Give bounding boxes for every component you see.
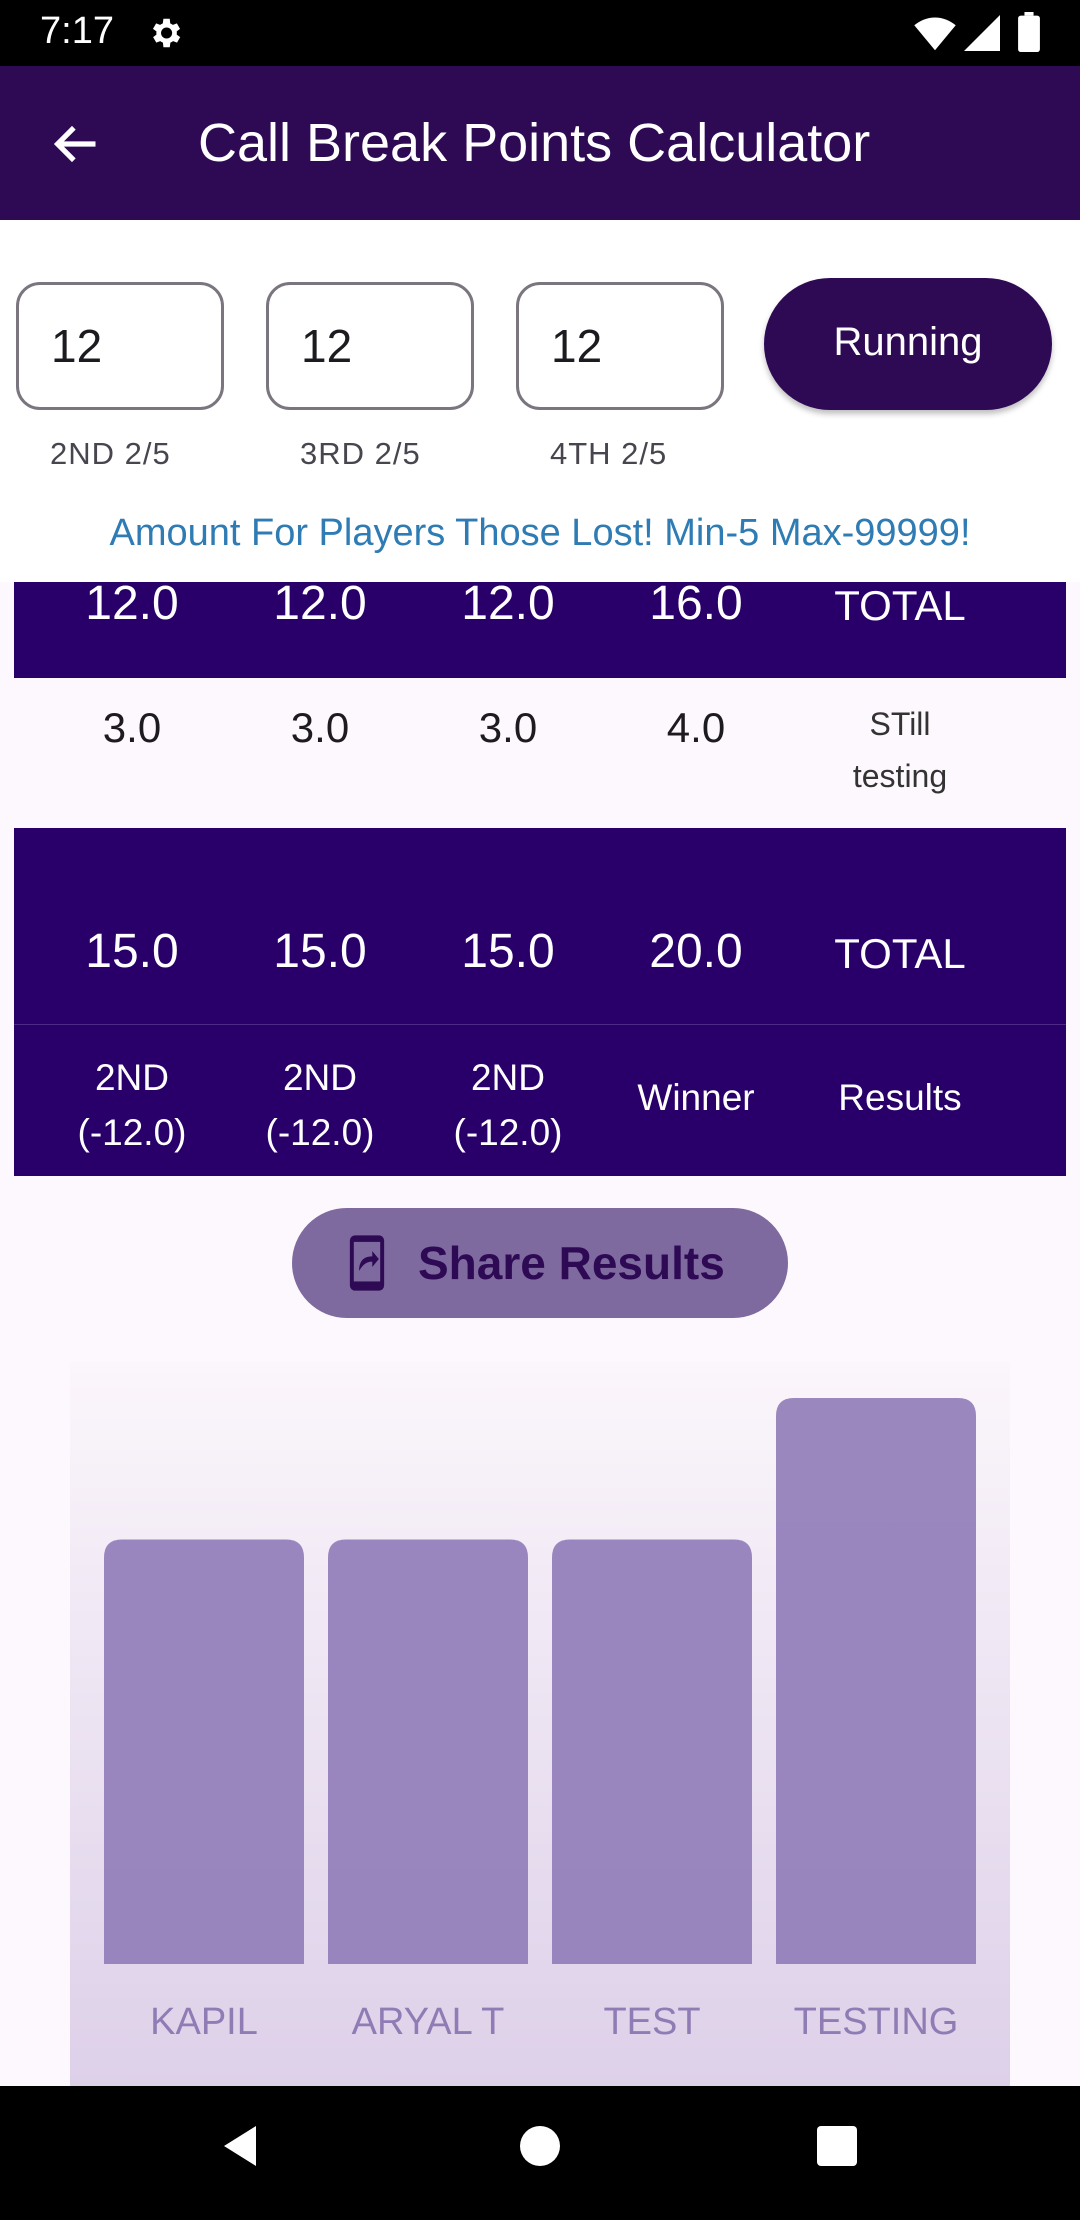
total-cell: 20.0	[649, 925, 743, 978]
total-label: TOTAL	[834, 582, 966, 629]
amount-input-2nd[interactable]: 12	[16, 282, 224, 410]
row-divider	[14, 1024, 1066, 1025]
running-button[interactable]: Running	[764, 278, 1052, 410]
total-cell: 12.0	[85, 582, 179, 630]
round-cell: 3.0	[102, 704, 162, 751]
total-cell: 15.0	[85, 925, 179, 978]
total-cell: 15.0	[273, 925, 367, 978]
chart-category-label: TESTING	[794, 2001, 959, 2043]
total-cell: 15.0	[461, 925, 555, 978]
score-table-1-round-row: 3.0 3.0 3.0 4.0 STill testing	[14, 678, 1066, 826]
nav-home-icon[interactable]	[520, 2126, 560, 2166]
input-caption-2nd: 2ND 2/5	[50, 436, 171, 471]
status-time: 7:17	[40, 10, 114, 52]
results-scroll-area[interactable]: 12.0 12.0 12.0 16.0 TOTAL 3.0 3.0 3.0 4.…	[0, 582, 1080, 2086]
round-cell: 4.0	[666, 704, 726, 751]
result-cell: Winner	[637, 1077, 755, 1118]
battery-icon	[1018, 12, 1040, 52]
nav-back-icon[interactable]	[220, 2122, 260, 2170]
page-title: Call Break Points Calculator	[198, 113, 871, 173]
amount-input-3rd[interactable]: 12	[266, 282, 474, 410]
nav-recents-icon[interactable]	[817, 2126, 857, 2166]
chart-bar-testing	[776, 1398, 976, 1964]
total-cell: 12.0	[461, 582, 555, 630]
result-cell: 2ND (-12.0)	[265, 1057, 375, 1153]
settings-gear-icon	[152, 18, 181, 48]
score-table-2: 15.0 15.0 15.0 20.0 TOTAL 2ND (-12.0) 2N…	[14, 828, 1066, 1176]
back-arrow-icon[interactable]	[50, 118, 102, 170]
results-label: Results	[838, 1077, 962, 1118]
score-table-1-totals-row: 12.0 12.0 12.0 16.0 TOTAL	[14, 582, 1066, 678]
chart-category-label: KAPIL	[150, 2001, 258, 2043]
share-phone-icon	[349, 1235, 385, 1291]
cell-signal-icon	[964, 15, 1000, 51]
chart-bar-kapil	[104, 1539, 304, 1964]
share-results-label: Share Results	[418, 1237, 725, 1289]
chart-category-label: TEST	[603, 2001, 700, 2043]
status-bar: 7:17	[0, 0, 1080, 66]
bar-chart-svg: KAPIL ARYAL T TEST TESTING	[104, 1398, 976, 2043]
wifi-icon	[914, 17, 956, 51]
amount-input-4th[interactable]: 12	[516, 282, 724, 410]
result-cell: 2ND (-12.0)	[453, 1057, 563, 1153]
chart-bar-aryal-t	[328, 1539, 528, 1964]
chart-category-label: ARYAL T	[352, 2001, 505, 2043]
total-label: TOTAL	[834, 930, 966, 977]
round-cell: 3.0	[478, 704, 538, 751]
result-cell: 2ND (-12.0)	[77, 1057, 187, 1153]
points-bar-chart: KAPIL ARYAL T TEST TESTING	[70, 1362, 1010, 2086]
total-cell: 16.0	[649, 582, 743, 630]
round-cell: 3.0	[290, 704, 350, 751]
input-caption-4th: 4TH 2/5	[550, 436, 668, 471]
amount-note: Amount For Players Those Lost! Min-5 Max…	[109, 512, 971, 554]
chart-bar-test	[552, 1539, 752, 1964]
total-cell: 12.0	[273, 582, 367, 630]
input-caption-3rd: 3RD 2/5	[300, 436, 421, 471]
app-bar: Call Break Points Calculator	[0, 66, 1080, 220]
navigation-bar	[0, 2086, 1080, 2220]
main-content: 12 12 12 2ND 2/5 3RD 2/5 4TH 2/5 Running…	[0, 220, 1080, 2086]
share-results-button[interactable]: Share Results	[292, 1208, 788, 1318]
round-label: STill testing	[852, 706, 948, 794]
